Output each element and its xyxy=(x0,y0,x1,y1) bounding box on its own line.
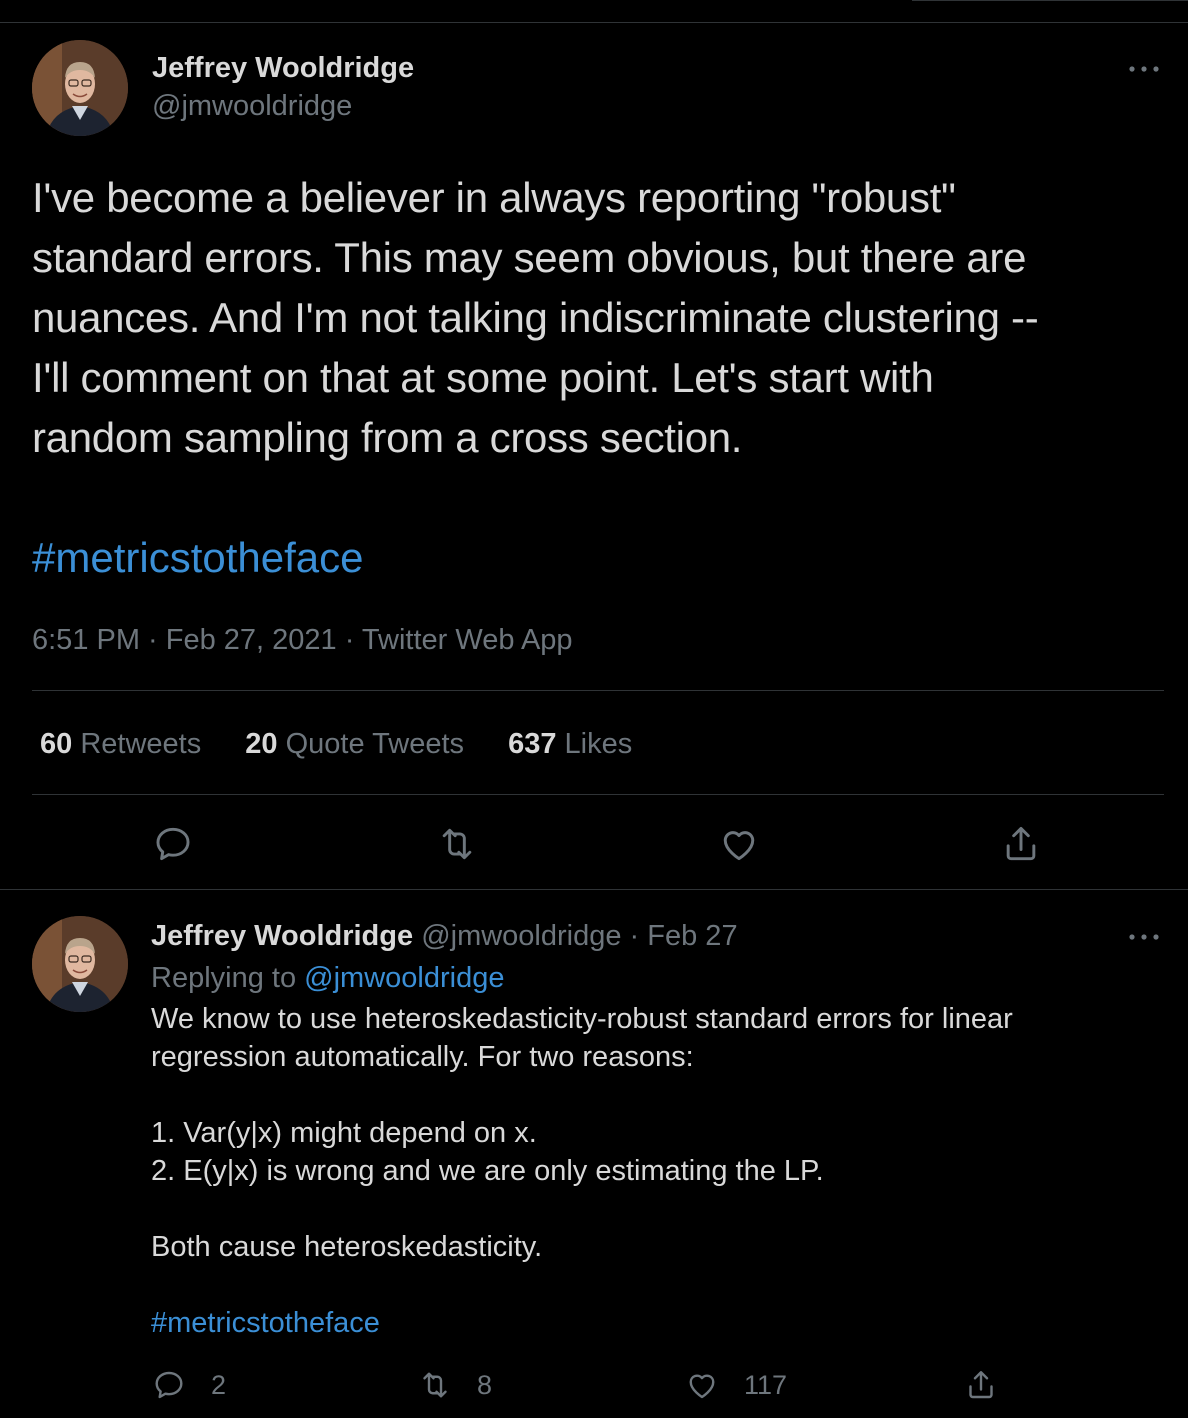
tweet-stats: 60 Retweets 20 Quote Tweets 637 Likes xyxy=(40,724,668,764)
retweet-icon[interactable] xyxy=(435,822,479,866)
reply-icon xyxy=(155,1371,183,1399)
retweet-count: 8 xyxy=(477,1369,493,1400)
more-horizontal-icon[interactable] xyxy=(1128,56,1160,76)
reply-text-line: We know to use heteroskedasticity-robust… xyxy=(151,1003,1013,1035)
like-count: 117 xyxy=(744,1369,788,1400)
reply-author-name[interactable]: Jeffrey Wooldridge xyxy=(151,920,413,952)
retweets-count: 60 xyxy=(40,728,73,760)
quote-tweets-label: Quote Tweets xyxy=(285,728,465,760)
tweet-text: I've become a believer in always reporti… xyxy=(32,168,1162,468)
divider xyxy=(0,889,1188,890)
reply-text-line: Both cause heteroskedasticity. xyxy=(151,1231,543,1263)
reply-text: We know to use heteroskedasticity-robust… xyxy=(151,1000,1131,1342)
share-action[interactable] xyxy=(963,1367,1023,1403)
retweet-icon xyxy=(423,1372,447,1398)
replying-to: Replying to @jmwooldridge xyxy=(151,958,504,998)
like-icon[interactable] xyxy=(717,822,761,866)
reply-text-line xyxy=(151,1266,1131,1304)
reply-icon[interactable] xyxy=(151,822,195,866)
likes-count: 637 xyxy=(508,728,557,760)
reply-avatar-photo xyxy=(32,916,128,1012)
author-handle[interactable]: @jmwooldridge xyxy=(152,88,352,124)
reply-hashtag-link[interactable]: #metricstotheface xyxy=(151,1304,1131,1342)
tweet-text-line: nuances. And I'm not talking indiscrimin… xyxy=(32,294,1039,341)
tweet-text-line: I've become a believer in always reporti… xyxy=(32,174,956,221)
reply-date[interactable]: Feb 27 xyxy=(647,920,737,952)
retweets-stat[interactable]: 60 Retweets xyxy=(40,724,201,764)
retweets-label: Retweets xyxy=(80,728,202,760)
reply-avatar[interactable] xyxy=(32,916,128,1012)
quote-tweets-count: 20 xyxy=(245,728,278,760)
like-icon xyxy=(689,1374,715,1399)
reply-author-handle[interactable]: @jmwooldridge xyxy=(421,920,621,952)
tweet-text-line: I'll comment on that at some point. Let'… xyxy=(32,354,934,401)
reply-text-line xyxy=(151,1076,1131,1114)
more-horizontal-icon[interactable] xyxy=(1128,924,1160,944)
reply-separator: · xyxy=(629,920,640,952)
author-name[interactable]: Jeffrey Wooldridge xyxy=(152,50,414,86)
likes-label: Likes xyxy=(564,728,633,760)
tweet-text-line: standard errors. This may seem obvious, … xyxy=(32,234,1027,281)
quote-tweets-stat[interactable]: 20 Quote Tweets xyxy=(245,724,464,764)
reply-text-line xyxy=(151,1190,1131,1228)
replying-to-label: Replying to xyxy=(151,962,297,994)
share-icon xyxy=(969,1371,993,1399)
reply-count: 2 xyxy=(211,1369,227,1400)
avatar-photo xyxy=(32,40,128,136)
likes-stat[interactable]: 637 Likes xyxy=(508,724,632,764)
divider xyxy=(32,794,1164,795)
reply-text-line: regression automatically. For two reason… xyxy=(151,1041,694,1073)
reply-text-line: 2. E(y|x) is wrong and we are only estim… xyxy=(151,1155,824,1187)
like-action[interactable]: 117 xyxy=(684,1367,787,1403)
tweet-timestamp[interactable]: 6:51 PM · Feb 27, 2021 · Twitter Web App xyxy=(32,620,573,660)
avatar[interactable] xyxy=(32,40,128,136)
replying-to-link[interactable]: @jmwooldridge xyxy=(304,962,504,994)
reply-header: Jeffrey Wooldridge @jmwooldridge · Feb 2… xyxy=(151,916,738,956)
reply-text-line: 1. Var(y|x) might depend on x. xyxy=(151,1117,537,1149)
tweet-text-line: random sampling from a cross section. xyxy=(32,414,743,461)
retweet-action[interactable]: 8 xyxy=(417,1367,492,1403)
share-icon[interactable] xyxy=(999,822,1043,866)
hashtag-link[interactable]: #metricstotheface xyxy=(32,528,364,588)
reply-action[interactable]: 2 xyxy=(151,1367,226,1403)
top-divider xyxy=(0,22,1188,23)
top-edge-divider xyxy=(912,0,1188,1)
divider xyxy=(32,690,1164,691)
